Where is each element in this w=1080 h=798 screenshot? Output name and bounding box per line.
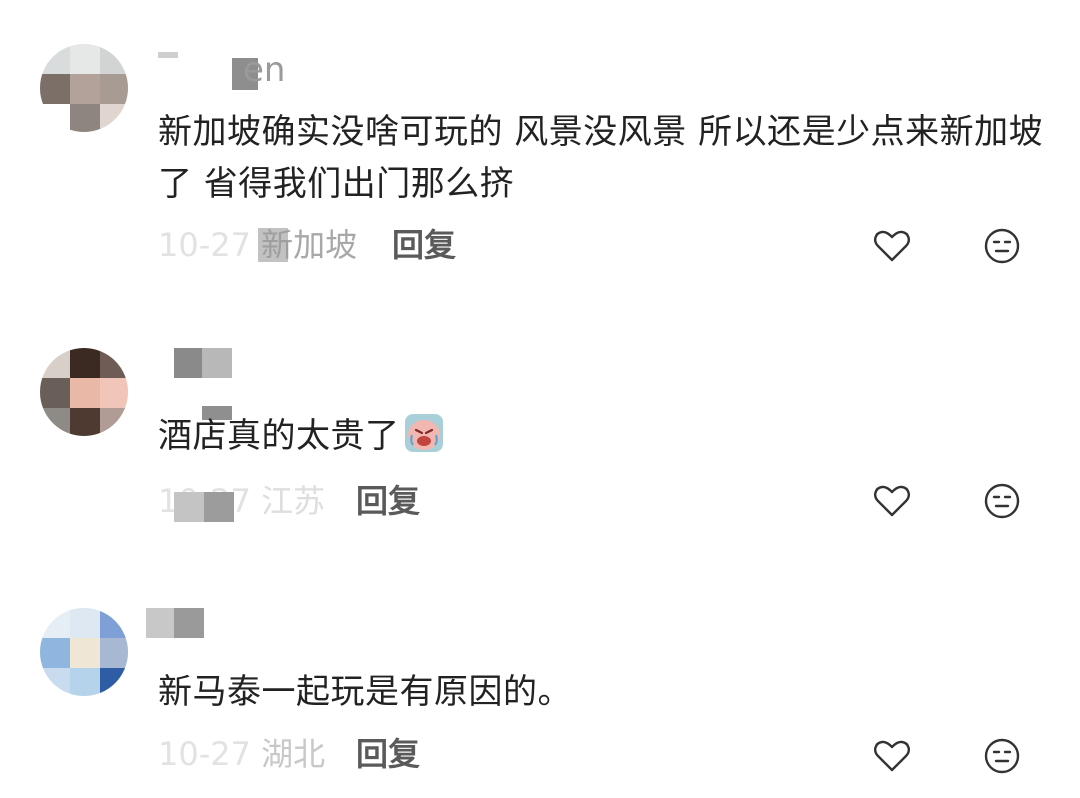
avatar[interactable] — [40, 348, 128, 436]
comment-date: 10-27 — [158, 735, 251, 773]
comment-text-content: 酒店真的太贵了 — [158, 416, 400, 456]
comment-text: 新马泰一起玩是有原因的。 — [158, 672, 572, 712]
heart-outline-icon[interactable] — [872, 736, 912, 776]
crying-face-emoji — [404, 413, 444, 453]
comment-text: 酒店真的太贵了 — [158, 410, 1048, 462]
comment-item: 新马泰一起玩是有原因的。 10-27 湖北 回复 — [0, 0, 1080, 774]
comment-location: 江苏 — [261, 482, 326, 520]
heart-outline-icon[interactable] — [872, 481, 912, 521]
neutral-face-icon[interactable] — [982, 736, 1022, 776]
comment-location: 湖北 — [261, 735, 326, 773]
comment-meta: 10-27 湖北 — [158, 738, 325, 770]
reply-button[interactable]: 回复 — [356, 485, 420, 517]
neutral-face-icon[interactable] — [982, 481, 1022, 521]
reply-button[interactable]: 回复 — [356, 738, 420, 770]
avatar[interactable] — [40, 608, 128, 696]
